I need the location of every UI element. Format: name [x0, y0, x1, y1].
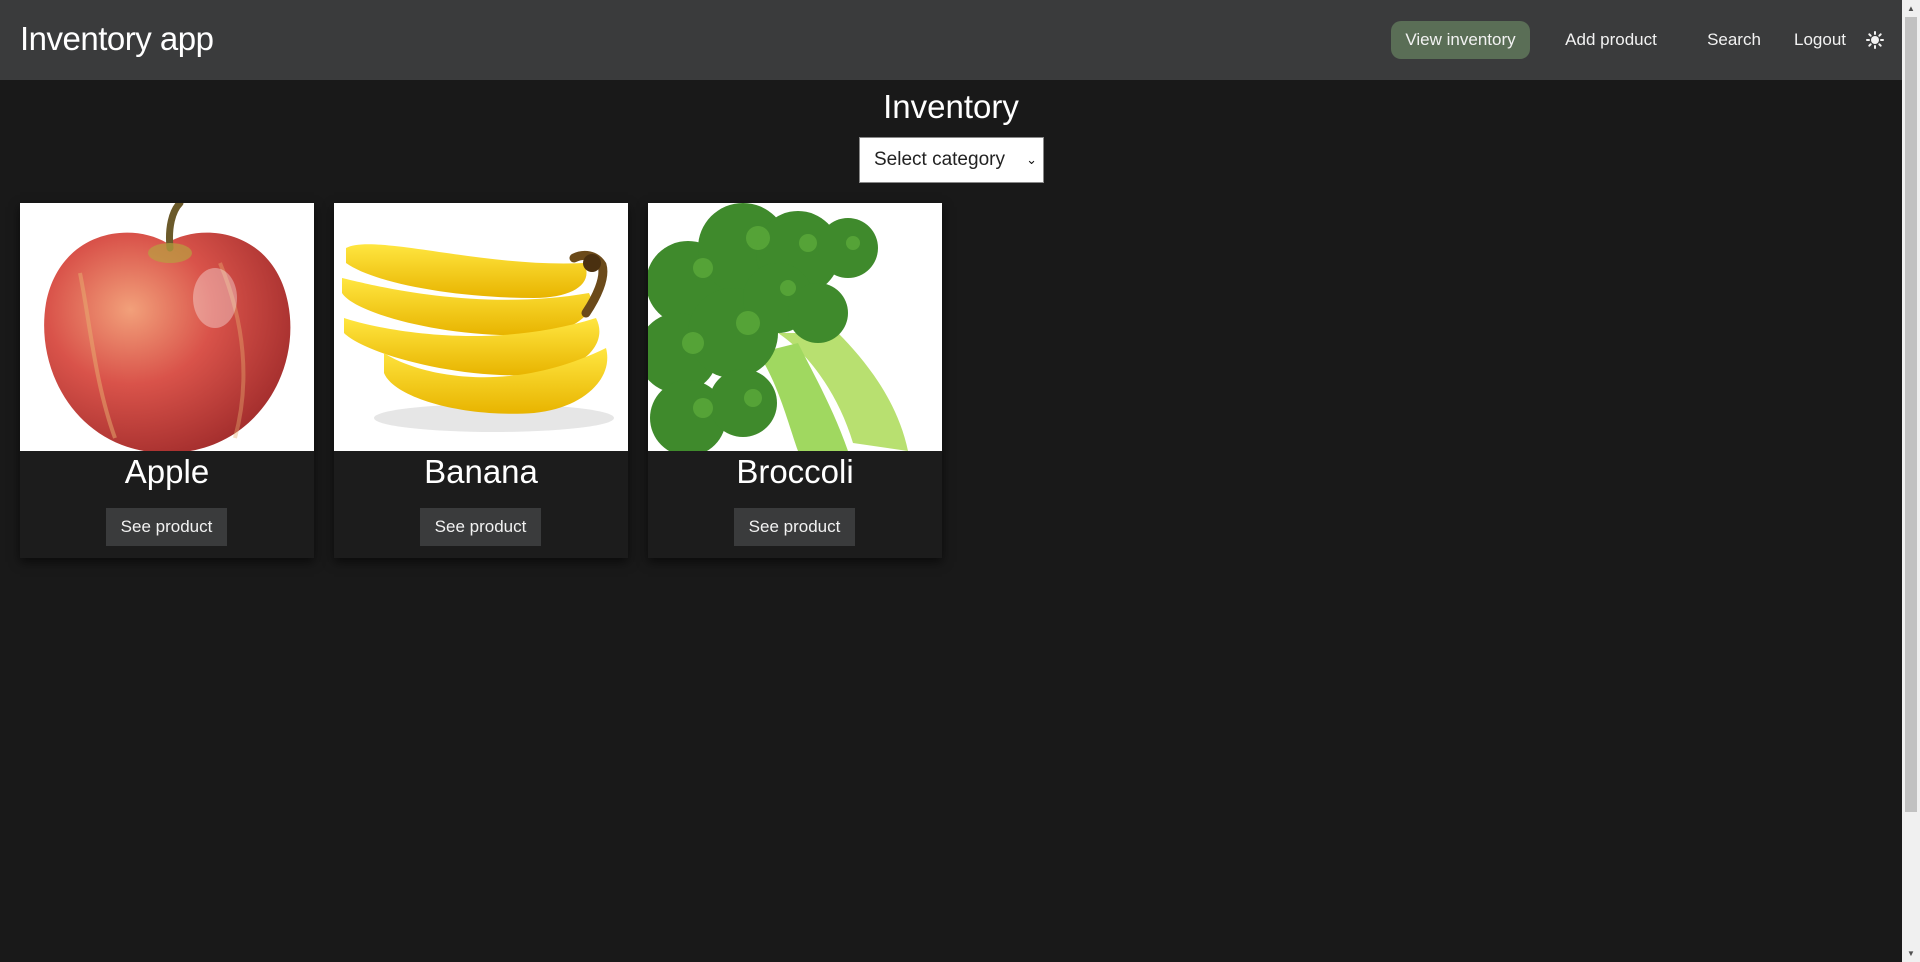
see-product-button[interactable]: See product [420, 508, 541, 546]
product-card-apple: Apple See product [20, 203, 314, 558]
navbar: Inventory app View inventory Add product… [0, 0, 1902, 80]
app-title[interactable]: Inventory app [20, 20, 214, 58]
sun-icon[interactable] [1865, 30, 1884, 49]
nav-add-product[interactable]: Add product [1546, 21, 1676, 59]
product-name: Broccoli [736, 453, 854, 490]
banana-image [334, 203, 628, 451]
product-name: Banana [424, 453, 538, 490]
scrollbar-thumb[interactable] [1905, 17, 1917, 812]
nav-view-inventory[interactable]: View inventory [1391, 21, 1530, 59]
product-card-banana: Banana See product [334, 203, 628, 558]
chevron-down-icon: ⌄ [1026, 152, 1037, 167]
category-select-value: Select category [874, 149, 1005, 170]
category-select[interactable]: Select category ⌄ [859, 137, 1044, 183]
scroll-up-icon[interactable]: ▲ [1902, 0, 1920, 17]
nav-search[interactable]: Search [1693, 21, 1775, 59]
nav-logout[interactable]: Logout [1785, 21, 1855, 59]
scroll-down-icon[interactable]: ▼ [1902, 945, 1920, 962]
product-name: Apple [124, 453, 210, 490]
page-title: Inventory [883, 88, 1019, 125]
sun-icon-graphic [1865, 30, 1884, 49]
see-product-button[interactable]: See product [106, 508, 227, 546]
broccoli-image [648, 203, 942, 451]
apple-image [20, 203, 314, 451]
see-product-button[interactable]: See product [734, 508, 855, 546]
product-card-broccoli: Broccoli See product [648, 203, 942, 558]
vertical-scrollbar[interactable]: ▲ ▼ [1902, 0, 1920, 962]
